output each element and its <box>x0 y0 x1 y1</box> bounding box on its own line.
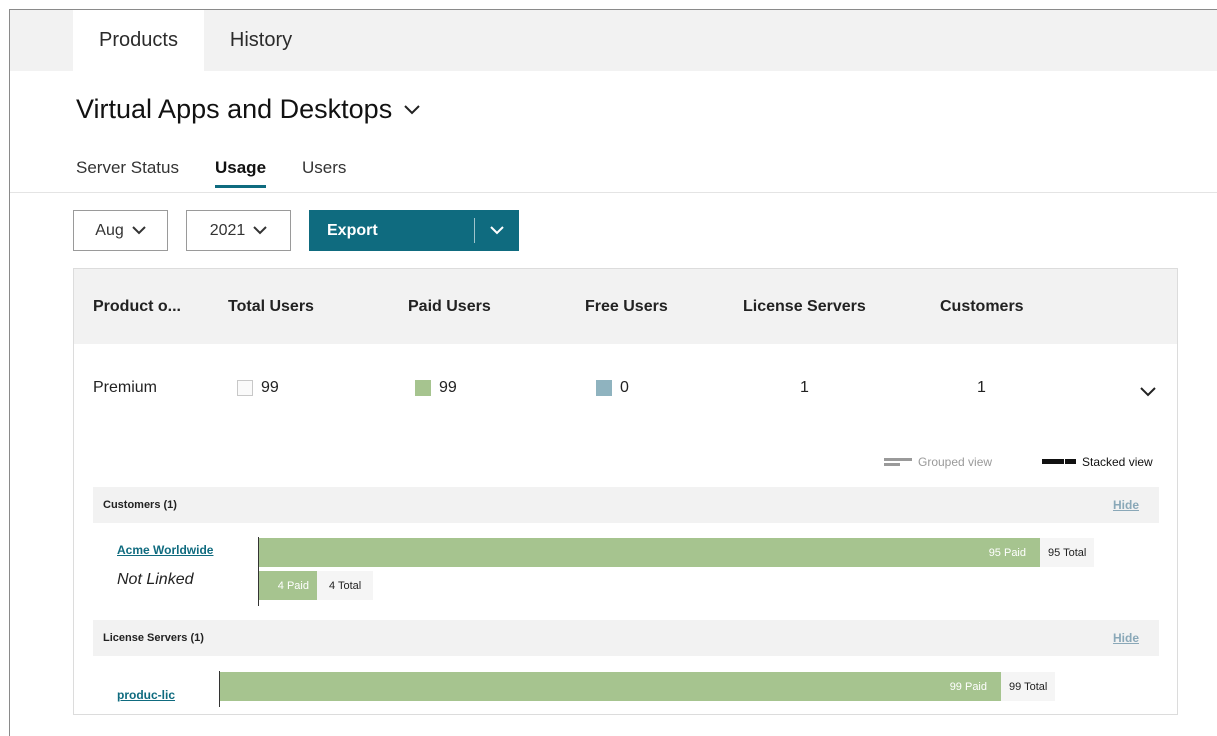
top-tab-bar: Products History <box>10 10 1217 71</box>
paid-bar-label: 99 Paid <box>949 680 987 693</box>
license-server-link[interactable]: produc-lic <box>117 688 175 702</box>
app-frame: Products History Virtual Apps and Deskto… <box>9 9 1217 736</box>
paid-users-value: 99 <box>439 379 457 396</box>
tab-users[interactable]: Users <box>302 158 346 188</box>
year-value: 2021 <box>209 221 246 239</box>
cell-customers: 1 <box>977 379 986 396</box>
column-header-total-users[interactable]: Total Users <box>228 269 314 344</box>
stacked-view-label: Stacked view <box>1082 455 1153 469</box>
chevron-down-icon <box>253 226 268 235</box>
customers-section-header: Customers (1) Hide <box>93 487 1159 523</box>
month-value: Aug <box>95 221 124 239</box>
column-header-product[interactable]: Product o... <box>93 269 181 344</box>
hide-link[interactable]: Hide <box>1113 487 1139 523</box>
grouped-view-label: Grouped view <box>918 455 993 469</box>
page-title: Virtual Apps and Desktops <box>76 94 393 124</box>
chevron-down-icon <box>132 226 146 235</box>
export-menu-button[interactable] <box>475 210 519 251</box>
table-header: Product o... Total Users Paid Users Free… <box>74 269 1177 344</box>
total-label: 4 Total <box>317 571 374 600</box>
paid-swatch <box>415 380 431 396</box>
paid-bar: 95 Paid <box>259 538 1040 567</box>
divider <box>10 192 1217 193</box>
hide-link[interactable]: Hide <box>1113 620 1139 656</box>
stacked-view-icon <box>1042 459 1076 464</box>
export-button[interactable]: Export <box>309 210 474 251</box>
total-users-value: 99 <box>261 379 279 396</box>
section-title: Customers (1) <box>103 499 177 511</box>
paid-bar-label: 95 Paid <box>988 546 1026 559</box>
cell-product: Premium <box>93 379 158 396</box>
total-swatch <box>237 380 253 396</box>
column-header-license-servers[interactable]: License Servers <box>743 269 866 344</box>
cell-paid-users: 99 <box>415 379 457 397</box>
total-label: 99 Total <box>1001 672 1056 701</box>
paid-bar-label: 4 Paid <box>277 579 309 592</box>
tab-usage[interactable]: Usage <box>215 158 267 188</box>
column-header-customers[interactable]: Customers <box>940 269 1024 344</box>
cell-total-users: 99 <box>237 379 279 397</box>
tab-products[interactable]: Products <box>73 10 204 71</box>
year-dropdown[interactable]: 2021 <box>186 210 291 251</box>
month-dropdown[interactable]: Aug <box>73 210 168 251</box>
column-header-free-users[interactable]: Free Users <box>585 269 668 344</box>
free-swatch <box>596 380 612 396</box>
paid-bar: 4 Paid <box>259 571 317 600</box>
tab-history[interactable]: History <box>209 10 313 71</box>
tab-server-status[interactable]: Server Status <box>76 158 179 188</box>
sub-tab-bar: Server Status Usage Users <box>76 158 382 188</box>
cell-license-servers: 1 <box>800 379 809 396</box>
customer-link[interactable]: Acme Worldwide <box>117 543 213 557</box>
export-split-button: Export <box>309 210 519 251</box>
column-header-paid-users[interactable]: Paid Users <box>408 269 491 344</box>
chevron-down-icon <box>404 104 420 114</box>
expand-row-chevron-icon[interactable] <box>1140 387 1156 397</box>
usage-table: Product o... Total Users Paid Users Free… <box>73 268 1178 715</box>
total-label: 95 Total <box>1040 538 1095 567</box>
chevron-down-icon <box>490 226 504 235</box>
grouped-view-toggle[interactable]: Grouped view <box>884 455 992 469</box>
stacked-view-toggle[interactable]: Stacked view <box>1042 455 1153 469</box>
grouped-view-icon <box>884 458 912 466</box>
divider <box>474 218 475 243</box>
product-selector[interactable]: Virtual Apps and Desktops <box>76 94 420 125</box>
free-users-value: 0 <box>620 379 629 396</box>
not-linked-label: Not Linked <box>117 571 194 588</box>
cell-free-users: 0 <box>596 379 629 397</box>
paid-bar: 99 Paid <box>220 672 1001 701</box>
section-title: License Servers (1) <box>103 632 204 644</box>
license-servers-section-header: License Servers (1) Hide <box>93 620 1159 656</box>
